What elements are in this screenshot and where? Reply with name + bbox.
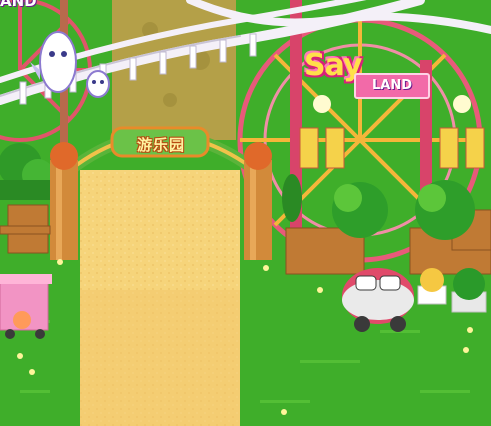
fence-left	[0, 204, 51, 254]
park-sign-bottom: LAND	[354, 73, 430, 99]
scene-art	[0, 0, 491, 426]
entrance-post-right	[244, 142, 272, 260]
flower-pot-1	[417, 268, 447, 305]
ghost-mascot-small	[86, 70, 110, 98]
entrance-post-left	[50, 142, 78, 260]
pink-stall	[0, 274, 52, 339]
game-scene: AND 游乐园 Say LAND	[0, 0, 491, 426]
corner-sign-fragment: AND	[0, 0, 37, 10]
flower-pot-2	[451, 268, 487, 313]
arch-sign: 游乐园	[136, 136, 185, 154]
